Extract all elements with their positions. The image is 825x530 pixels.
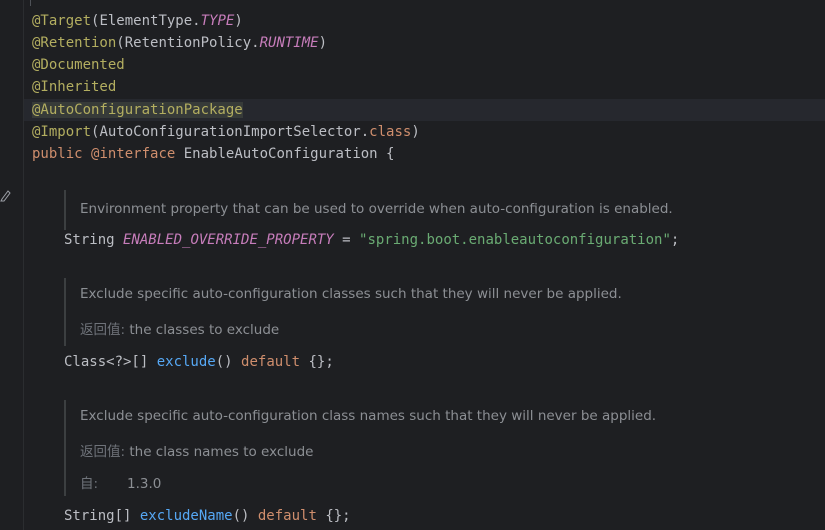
method-name: excludeName [139,508,233,524]
code-text: = [333,232,360,248]
doc-since: 自: 1.3.0 [80,472,161,492]
annotation: @Target [32,13,92,29]
since-label: 自: [80,476,99,492]
code-line-target[interactable]: @Target(ElementType.TYPE) [32,10,243,32]
code-text: (ElementType. [91,13,201,29]
method-name: exclude [156,354,216,370]
code-text: {}; [300,354,334,370]
code-text: ) [318,35,328,51]
annotation: @Documented [32,57,125,73]
code-text: (AutoConfigurationImportSelector. [91,124,370,140]
code-text: ; [670,232,680,248]
doc-comment-2: Exclude specific auto-configuration clas… [64,278,622,346]
code-line-documented[interactable]: @Documented [32,54,125,76]
code-text: () [215,354,242,370]
string-literal: "spring.boot.enableautoconfiguration" [359,232,671,248]
returns-text: the class names to exclude [125,444,314,460]
doc-comment-1: Environment property that can be used to… [64,190,673,230]
returns-text: the classes to exclude [125,322,280,338]
code-line-exclude-name[interactable]: String[] excludeName() default {}; [64,505,351,527]
code-text: {}; [316,508,351,524]
editor-gutter [0,0,24,530]
doc-returns: 返回值: the classes to exclude [80,318,279,338]
code-line-inherited[interactable]: @Inherited [32,76,116,98]
code-line-import[interactable]: @Import(AutoConfigurationImportSelector.… [32,121,420,143]
code-text: ) [411,124,420,140]
returns-label: 返回值: [80,444,126,460]
annotation: @Import [32,124,92,140]
type: String [64,232,124,248]
returns-label: 返回值: [80,322,126,338]
keyword: default [257,508,317,524]
code-line-auto-package[interactable]: @AutoConfigurationPackage [32,99,243,121]
annotation: @Inherited [32,79,117,95]
keyword: class [369,124,412,140]
doc-comment-3: Exclude specific auto-configuration clas… [64,400,656,496]
code-line-exclude[interactable]: Class<?>[] exclude() default {}; [64,351,334,373]
code-text: () [232,508,258,524]
type: Class<?>[] [64,354,157,370]
keyword: public [32,146,83,162]
edit-pencil-icon[interactable] [0,188,12,202]
gutter-separator [23,0,24,530]
doc-description: Exclude specific auto-configuration clas… [80,286,622,302]
constant-name: ENABLED_OVERRIDE_PROPERTY [123,232,334,248]
doc-returns: 返回值: the class names to exclude [80,440,313,460]
interface-name: EnableAutoConfiguration { [175,146,395,162]
type: String[] [64,508,140,524]
annotation: @Retention [32,35,117,51]
since-value: 1.3.0 [127,476,162,492]
keyword: default [241,354,301,370]
doc-description: Environment property that can be used to… [80,201,673,217]
annotation: @AutoConfigurationPackage [32,102,243,118]
code-text: (RetentionPolicy. [116,35,260,51]
keyword: @interface [91,146,176,162]
code-text: ) [234,13,243,29]
code-line-property[interactable]: String ENABLED_OVERRIDE_PROPERTY = "spri… [64,229,679,251]
code-line-declaration[interactable]: public @interface EnableAutoConfiguratio… [32,143,394,165]
enum-constant: TYPE [200,13,235,29]
fold-marker [30,0,31,6]
code-line-retention[interactable]: @Retention(RetentionPolicy.RUNTIME) [32,32,327,54]
doc-description: Exclude specific auto-configuration clas… [80,408,657,424]
enum-constant: RUNTIME [259,35,319,51]
